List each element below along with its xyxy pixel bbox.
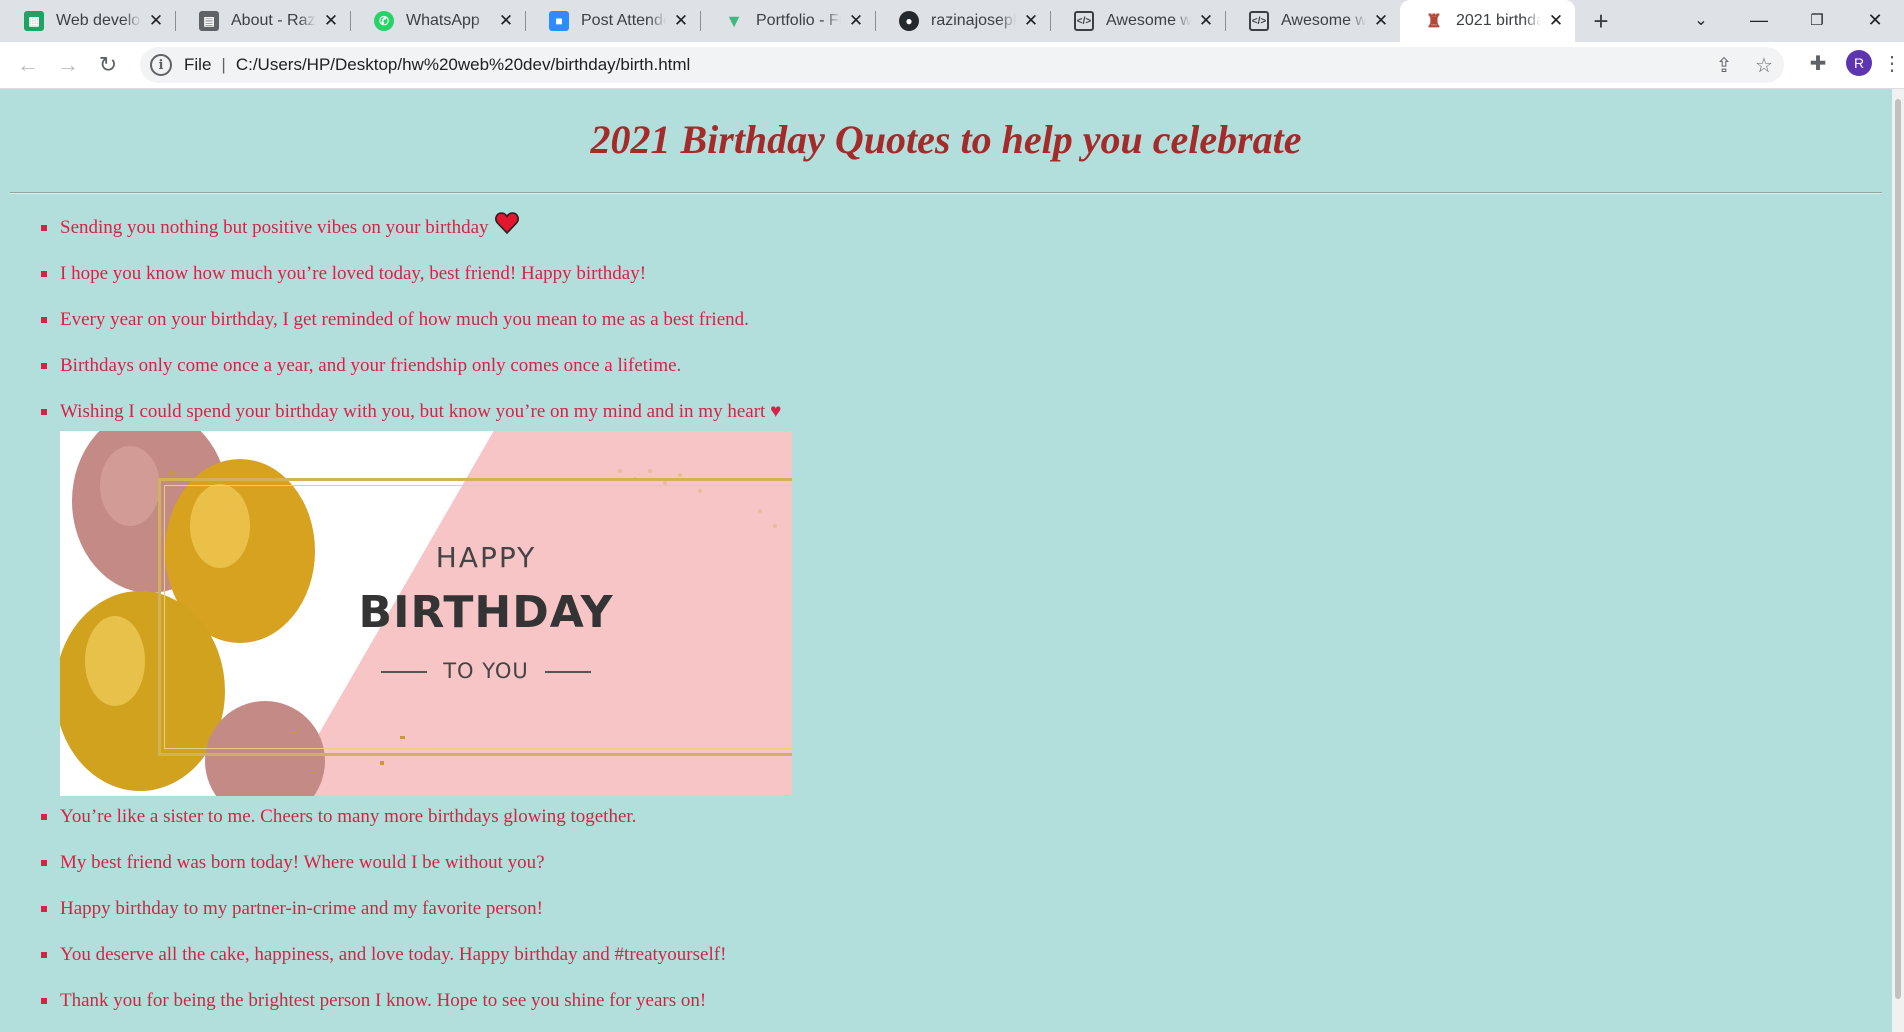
page-icon: ▤ xyxy=(199,11,219,31)
code-icon: </> xyxy=(1074,11,1094,31)
whatsapp-icon: ✆ xyxy=(374,11,394,31)
tab-post-attendee[interactable]: ■ Post Attendee ✕ xyxy=(525,0,700,42)
quote-text: Wishing I could spend your birthday with… xyxy=(60,401,766,422)
tab-search-icon[interactable]: ⌄ xyxy=(1672,0,1730,40)
page-viewport: 2021 Birthday Quotes to help you celebra… xyxy=(0,89,1892,1032)
window-controls: ⌄ — ❐ ✕ xyxy=(1672,0,1904,40)
tab-title: Awesome web xyxy=(1106,12,1191,29)
address-scheme: File xyxy=(184,55,212,74)
reload-icon[interactable]: ↻ xyxy=(88,45,128,85)
close-icon[interactable]: ✕ xyxy=(322,11,340,30)
bookmark-star-icon[interactable]: ☆ xyxy=(1744,47,1784,83)
list-item: Sending you nothing but positive vibes o… xyxy=(41,205,1892,252)
address-url[interactable]: C:/Users/HP/Desktop/hw%20web%20dev/birth… xyxy=(236,55,690,75)
list-item: Every year on your birthday, I get remin… xyxy=(41,297,1892,343)
close-icon[interactable]: ✕ xyxy=(672,11,690,30)
share-icon[interactable]: ⇪ xyxy=(1704,47,1744,83)
tab-title: razinajoseph/ xyxy=(931,12,1016,29)
tab-title: WhatsApp xyxy=(406,12,480,29)
close-window-icon[interactable]: ✕ xyxy=(1846,0,1904,40)
back-icon[interactable]: ← xyxy=(8,45,48,85)
image-text-to-you-label: TO YOU xyxy=(443,659,529,683)
close-icon[interactable]: ✕ xyxy=(1022,11,1040,30)
scroll-thumb[interactable] xyxy=(1895,99,1901,999)
tab-awesome-web-2[interactable]: </> Awesome web ✕ xyxy=(1225,0,1400,42)
quote-text: I hope you know how much you’re loved to… xyxy=(60,263,647,284)
list-item: Thank you for being the brightest person… xyxy=(41,978,1892,1024)
quote-text: Sending you nothing but positive vibes o… xyxy=(60,217,489,238)
quote-text: Happy birthday to my partner-in-crime an… xyxy=(60,898,543,919)
close-icon[interactable]: ✕ xyxy=(497,11,515,30)
close-icon[interactable]: ✕ xyxy=(1547,11,1565,30)
tab-title: Portfolio - Fre xyxy=(756,12,841,29)
browser-toolbar: ← → ↻ i File | C:/Users/HP/Desktop/hw%20… xyxy=(0,42,1904,89)
birthday-image: HAPPY BIRTHDAY TO YOU xyxy=(60,431,792,796)
close-icon[interactable]: ✕ xyxy=(1372,11,1390,30)
image-text-to-you: TO YOU xyxy=(60,659,792,683)
close-icon[interactable]: ✕ xyxy=(1197,11,1215,30)
quote-list-after: You’re like a sister to me. Cheers to ma… xyxy=(0,794,1892,1024)
tab-title: Awesome web xyxy=(1281,12,1366,29)
forward-icon[interactable]: → xyxy=(48,45,88,85)
minimize-icon[interactable]: — xyxy=(1730,0,1788,40)
tab-title: Post Attendee xyxy=(581,12,666,29)
tab-whatsapp[interactable]: ✆ WhatsApp ✕ xyxy=(350,0,525,42)
image-text-birthday: BIRTHDAY xyxy=(358,587,614,638)
close-icon[interactable]: ✕ xyxy=(147,11,165,30)
quote-text: Thank you for being the brightest person… xyxy=(60,990,707,1011)
image-text-happy: HAPPY xyxy=(435,541,537,574)
list-item: My best friend was born today! Where wou… xyxy=(41,840,1892,886)
tab-web-development[interactable]: ▦ Web developm ✕ xyxy=(0,0,175,42)
divider xyxy=(10,192,1882,194)
quote-text: Every year on your birthday, I get remin… xyxy=(60,309,749,330)
list-item: You deserve all the cake, happiness, and… xyxy=(41,932,1892,978)
quote-list: Sending you nothing but positive vibes o… xyxy=(0,205,1892,435)
quote-text: Birthdays only come once a year, and you… xyxy=(60,355,682,376)
tab-title: Web developm xyxy=(56,12,141,29)
tab-title: 2021 birthday xyxy=(1456,12,1541,29)
address-bar[interactable]: i File | C:/Users/HP/Desktop/hw%20web%20… xyxy=(140,47,1784,83)
tab-awesome-web-1[interactable]: </> Awesome web ✕ xyxy=(1050,0,1225,42)
tab-birthday[interactable]: ♜ 2021 birthday ✕ xyxy=(1400,0,1575,42)
scrollbar[interactable] xyxy=(1892,89,1904,1032)
address-separator: | xyxy=(221,55,226,74)
vue-icon: ▼ xyxy=(725,10,743,31)
close-icon[interactable]: ✕ xyxy=(847,11,865,30)
cake-icon: ♜ xyxy=(1425,10,1443,31)
page-title: 2021 Birthday Quotes to help you celebra… xyxy=(590,117,1302,162)
list-item: Wishing I could spend your birthday with… xyxy=(41,389,1892,435)
quote-text: You’re like a sister to me. Cheers to ma… xyxy=(60,806,637,827)
github-icon: ● xyxy=(899,11,919,31)
menu-icon[interactable]: ⋮ xyxy=(1880,45,1904,81)
small-heart-icon: ♥ xyxy=(770,401,782,422)
info-icon[interactable]: i xyxy=(150,54,172,76)
tab-portfolio[interactable]: ▼ Portfolio - Fre ✕ xyxy=(700,0,875,42)
list-item: Birthdays only come once a year, and you… xyxy=(41,343,1892,389)
list-item: Happy birthday to my partner-in-crime an… xyxy=(41,886,1892,932)
extensions-icon[interactable]: ✚ xyxy=(1798,45,1838,81)
tab-title: About - Razin xyxy=(231,12,316,29)
green-sheet-icon: ▦ xyxy=(24,11,44,31)
avatar[interactable]: R xyxy=(1846,50,1872,76)
restore-icon[interactable]: ❐ xyxy=(1788,0,1846,40)
quote-text: You deserve all the cake, happiness, and… xyxy=(60,944,727,965)
code-icon: </> xyxy=(1249,11,1269,31)
tab-about[interactable]: ▤ About - Razin ✕ xyxy=(175,0,350,42)
new-tab-button[interactable]: + xyxy=(1583,0,1619,42)
tab-strip: ▦ Web developm ✕ ▤ About - Razin ✕ ✆ Wha… xyxy=(0,0,1904,42)
tab-github[interactable]: ● razinajoseph/ ✕ xyxy=(875,0,1050,42)
list-item: I hope you know how much you’re loved to… xyxy=(41,251,1892,297)
heart-icon xyxy=(494,206,519,252)
quote-text: My best friend was born today! Where wou… xyxy=(60,852,545,873)
list-item: You’re like a sister to me. Cheers to ma… xyxy=(41,794,1892,840)
zoom-icon: ■ xyxy=(549,11,569,31)
